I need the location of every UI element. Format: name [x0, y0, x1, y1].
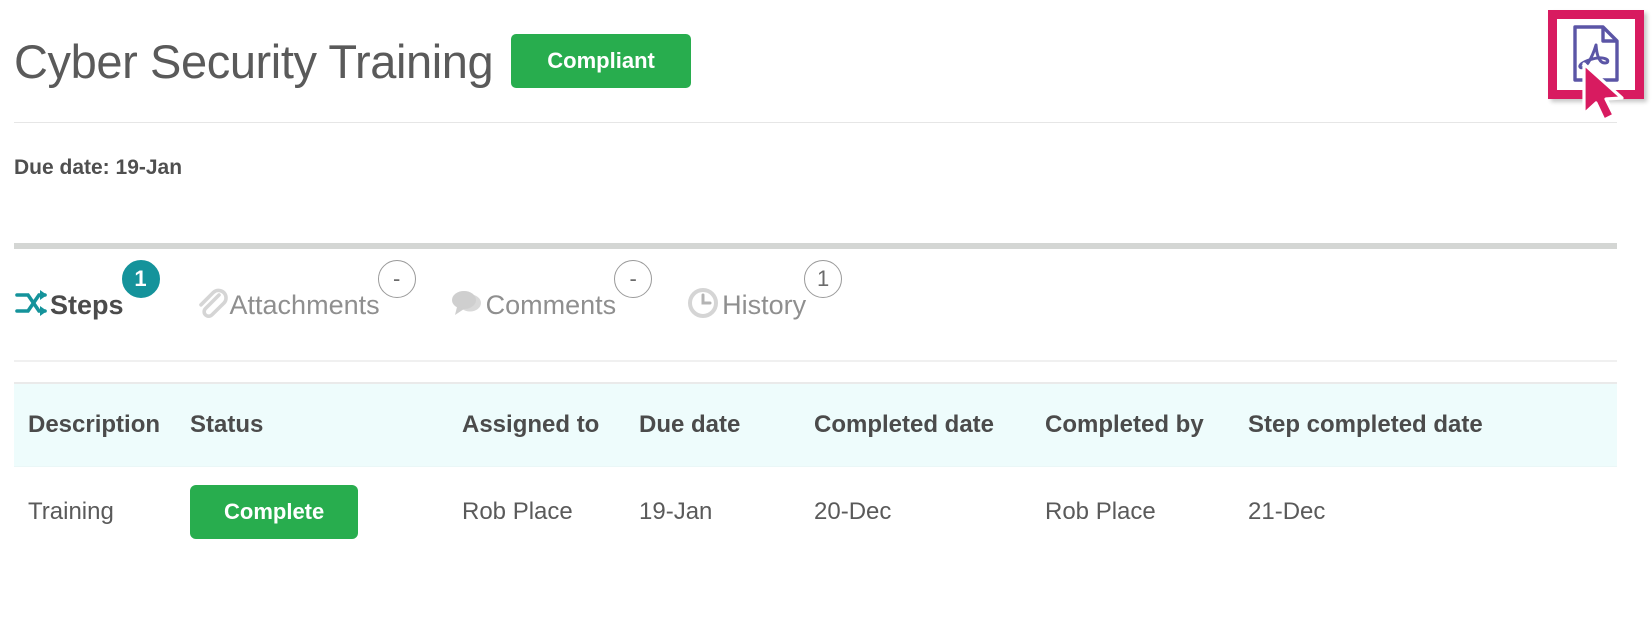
cell-due-date: 19-Jan [639, 466, 814, 557]
steps-table-header: Description Status Assigned to Due date … [14, 382, 1617, 467]
tab-history-badge: 1 [804, 260, 843, 298]
steps-table-body: Training Complete Rob Place 19-Jan 20-De… [14, 466, 1617, 557]
steps-table: Description Status Assigned to Due date … [14, 382, 1617, 557]
column-header-completed-by[interactable]: Completed by [1045, 382, 1248, 467]
export-pdf-button[interactable] [1548, 10, 1644, 99]
task-detail-page: Cyber Security Training Compliant Due da… [0, 0, 1652, 633]
steps-table-container: Description Status Assigned to Due date … [14, 382, 1617, 557]
page-title: Cyber Security Training [14, 34, 494, 88]
table-row[interactable]: Training Complete Rob Place 19-Jan 20-De… [14, 466, 1617, 557]
cell-completed-by: Rob Place [1045, 466, 1248, 557]
speech-bubbles-icon [450, 286, 484, 320]
tab-attachments[interactable]: Attachments - [194, 260, 416, 320]
tab-history-label: History [722, 290, 807, 320]
cell-step-completed-date: 21-Dec [1248, 466, 1617, 557]
cell-assigned-to: Rob Place [462, 466, 639, 557]
cell-description: Training [14, 466, 190, 557]
tab-comments-label: Comments [485, 290, 617, 320]
tabs-divider [14, 360, 1617, 362]
compliance-status-button[interactable]: Compliant [511, 34, 691, 88]
column-header-assigned-to[interactable]: Assigned to [462, 382, 639, 467]
paperclip-icon [194, 286, 228, 320]
tab-steps[interactable]: Steps 1 [14, 260, 160, 320]
table-header-row: Description Status Assigned to Due date … [14, 382, 1617, 467]
column-header-status[interactable]: Status [190, 382, 462, 467]
tab-history[interactable]: History 1 [686, 260, 843, 320]
shuffle-arrows-icon [14, 286, 48, 320]
header-divider [14, 122, 1617, 123]
column-header-description[interactable]: Description [14, 382, 190, 467]
page-header: Cyber Security Training Compliant [0, 0, 1652, 122]
tab-attachments-label: Attachments [229, 290, 380, 320]
tab-comments-badge: - [614, 260, 653, 298]
tab-steps-label: Steps [50, 290, 124, 320]
due-date-label: Due date: 19-Jan [14, 156, 183, 179]
column-header-step-completed-date[interactable]: Step completed date [1248, 382, 1617, 467]
column-header-due-date[interactable]: Due date [639, 382, 814, 467]
clock-icon [686, 286, 720, 320]
tab-steps-badge: 1 [121, 260, 160, 298]
cell-status: Complete [190, 466, 462, 557]
tab-comments[interactable]: Comments - [450, 260, 653, 320]
tab-attachments-badge: - [377, 260, 416, 298]
tabs-top-bar [14, 243, 1617, 249]
tab-bar: Steps 1 Attachments - Comments - History… [14, 260, 876, 324]
cell-completed-date: 20-Dec [814, 466, 1045, 557]
step-status-button[interactable]: Complete [190, 485, 359, 539]
column-header-completed-date[interactable]: Completed date [814, 382, 1045, 467]
